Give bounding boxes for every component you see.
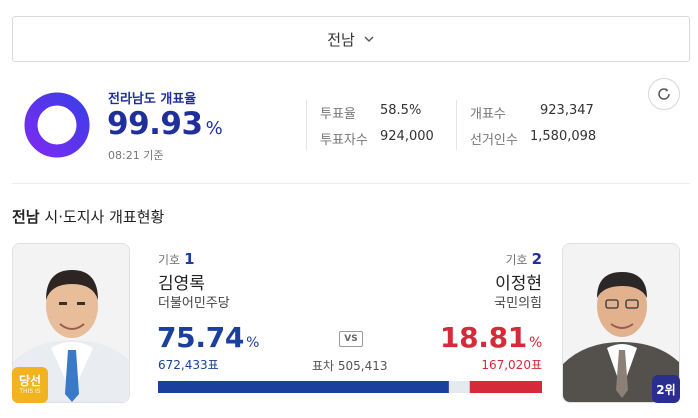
candidate-percent-unit: % [246,335,260,351]
section-title-text: 시·도지사 개표현황 [44,208,165,226]
candidate-party-1: 더불어민주당 [158,296,230,311]
candidate-name-1: 김영록 [158,274,205,294]
count-rate-value: 99.93 [107,106,203,142]
winner-badge: 당선 THIS IS [12,367,48,403]
candidate-number-label: 기호 [158,253,181,267]
divider [456,100,457,150]
candidate-percent-2: 18.81% [440,321,542,354]
count-rate: 99.93% [107,106,223,142]
winner-badge-sub: THIS IS [19,388,41,395]
timestamp: 08:21 기준 [108,149,164,162]
count-rate-title: 전라남도 개표율 [108,92,197,107]
section-title: 전남 시·도지사 개표현황 [12,206,164,227]
candidate-number-label: 기호 [505,253,528,267]
electorate-value: 1,580,098 [530,129,597,144]
candidate-percent-1: 75.74% [157,321,259,354]
candidate-percent-unit: % [528,335,542,351]
electorate-label: 선거인수 [470,133,518,148]
turnout-label: 투표율 [320,107,356,122]
refresh-button[interactable] [648,78,680,110]
candidate-name-2: 이정현 [495,274,542,294]
winner-badge-label: 당선 [18,374,42,388]
region-dropdown[interactable]: 전남 [12,16,690,62]
count-rate-unit: % [205,118,223,139]
counted-label: 개표수 [470,107,506,122]
candidate-votes-2: 167,020표 [481,358,542,372]
candidate-number-value: 2 [531,250,542,268]
chevron-down-icon [364,36,374,42]
region-dropdown-label: 전남 [327,30,355,49]
candidate-percent-value: 18.81 [439,321,527,354]
candidate-party-2: 국민의힘 [494,296,542,311]
count-progress-ring [24,92,90,158]
divider [306,100,307,150]
vote-share-segment-1 [158,381,449,393]
refresh-icon [658,88,670,100]
vs-badge: VS [339,331,363,347]
section-region: 전남 [12,208,40,226]
vote-share-bar [158,381,542,393]
voters-label: 투표자수 [320,133,368,148]
candidate-percent-value: 75.74 [157,321,245,354]
vote-margin: 표차 505,413 [312,359,388,373]
candidate-number-value: 1 [184,250,195,268]
candidate-votes-1: 672,433표 [158,358,219,372]
turnout-value: 58.5% [380,103,422,118]
vote-share-segment-2 [469,381,542,393]
voters-value: 924,000 [380,129,434,144]
rank-badge: 2위 [652,375,680,403]
candidate-number-2: 기호 2 [505,250,542,268]
vote-share-bar-graphic [158,381,542,393]
section-divider [12,183,690,184]
counted-value: 923,347 [540,103,594,118]
candidate-number-1: 기호 1 [158,250,195,268]
